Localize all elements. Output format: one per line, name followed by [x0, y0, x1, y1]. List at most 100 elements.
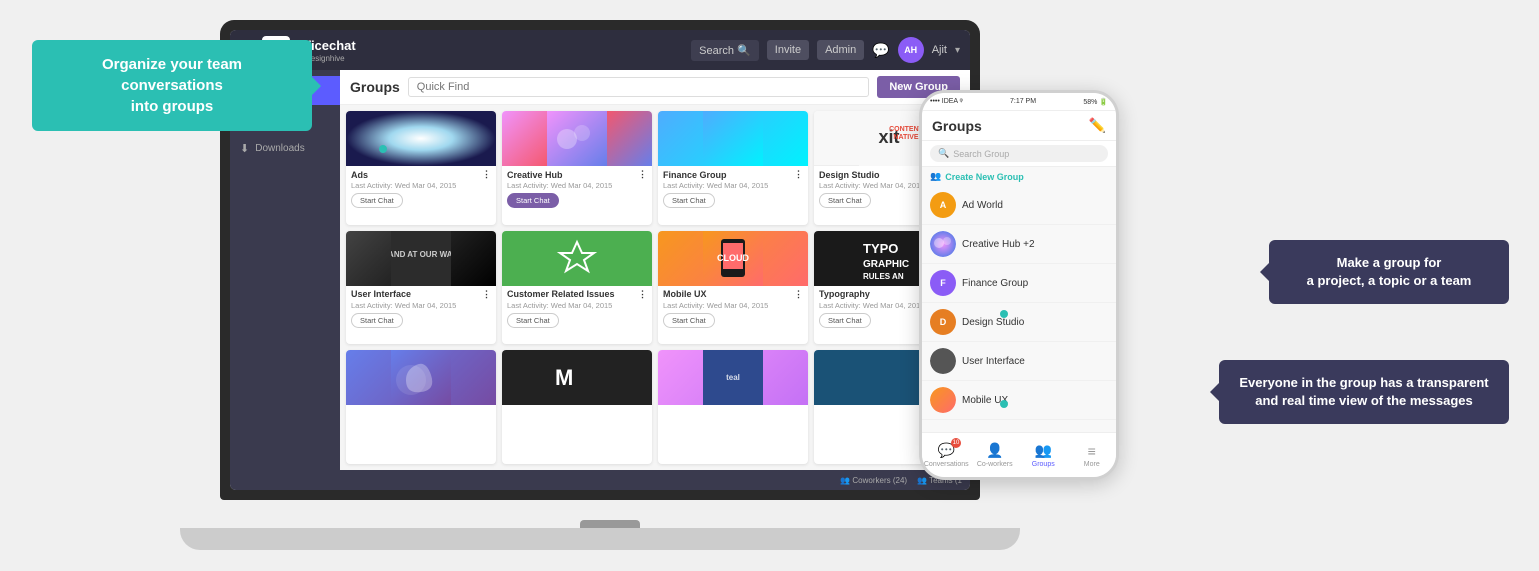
laptop-base [180, 528, 1020, 550]
ads-name: Ads ⋮ [351, 169, 491, 180]
conversations-badge-container: 💬 10 [938, 442, 955, 459]
phone-time: 7:17 PM [1010, 98, 1036, 105]
creative-hub-label: Creative Hub +2 [962, 239, 1035, 250]
phone-body: •••• IDEA ᵠ 7:17 PM 58% 🔋 Groups ✏️ 🔍 Se… [919, 90, 1119, 480]
phone-group-finance[interactable]: F Finance Group [922, 264, 1116, 303]
group-card-ads: Ads ⋮ Last Activity: Wed Mar 04, 2015 St… [346, 111, 496, 225]
phone-title: Groups [932, 118, 982, 134]
phone-search-label: Search Group [953, 149, 1009, 159]
laptop-body: ☰ oc officechat by Designhive S [220, 20, 980, 500]
customer-name: Customer Related Issues ⋮ [507, 289, 647, 300]
create-group-icon: 👥 [930, 171, 941, 182]
laptop-mockup: ☰ oc officechat by Designhive S [220, 20, 1000, 550]
customer-activity: Last Activity: Wed Mar 04, 2015 [507, 301, 647, 310]
phone-group-mobile[interactable]: Mobile UX [922, 381, 1116, 420]
status-bar: 👥 Coworkers (24) 👥 Teams (1 [340, 470, 970, 490]
tooltip-organize-text1: Organize your team conversations [102, 56, 242, 94]
phone-header: Groups ✏️ [922, 111, 1116, 141]
svg-text:CLOUD: CLOUD [717, 253, 749, 263]
phone-search-icon: 🔍 [938, 148, 949, 159]
svg-text:RULES AN: RULES AN [863, 272, 904, 281]
finance-start-chat[interactable]: Start Chat [663, 193, 715, 208]
search-label: Search 🔍 [699, 44, 751, 57]
connector-dot-phone-list [1000, 400, 1008, 408]
phone-coworkers-icon: 👤 [986, 442, 1003, 459]
phone-group-ad-world[interactable]: A Ad World [922, 186, 1116, 225]
phone-create-group-button[interactable]: 👥 Create New Group [922, 167, 1116, 186]
customer-start-chat[interactable]: Start Chat [507, 313, 559, 328]
tooltip-make-group: Make a group for a project, a topic or a… [1269, 240, 1509, 304]
more-icon[interactable]: ⋮ [794, 289, 803, 300]
username-label: Ajit [932, 44, 947, 56]
downloads-icon: ⬇ [240, 142, 249, 155]
design-start-chat[interactable]: Start Chat [819, 193, 871, 208]
r2-image: M [502, 350, 652, 405]
phone-search-container: 🔍 Search Group [922, 141, 1116, 167]
groups-title: Groups [350, 79, 400, 95]
svg-text:teal: teal [726, 373, 740, 382]
phone-group-ui[interactable]: User Interface [922, 342, 1116, 381]
phone-group-creative-hub[interactable]: Creative Hub +2 [922, 225, 1116, 264]
phone-nav-coworkers[interactable]: 👤 Co-workers [971, 442, 1020, 468]
finance-name: Finance Group ⋮ [663, 169, 803, 180]
svg-text:GRAPHIC: GRAPHIC [863, 259, 909, 270]
group-card-customer: Customer Related Issues ⋮ Last Activity:… [502, 231, 652, 345]
group-card-creative: Creative Hub ⋮ Last Activity: Wed Mar 04… [502, 111, 652, 225]
conversations-label: Conversations [924, 461, 969, 468]
groups-nav-label: Groups [1032, 461, 1055, 468]
invite-button[interactable]: Invite [767, 40, 809, 60]
design-label: Design Studio [962, 317, 1024, 328]
coworkers-nav-label: Co-workers [977, 461, 1013, 468]
mobile-start-chat[interactable]: Start Chat [663, 313, 715, 328]
mobile-image: CLOUD [658, 231, 808, 286]
phone-bottom-nav: 💬 10 Conversations 👤 Co-workers 👥 Groups… [922, 432, 1116, 477]
ui-start-chat[interactable]: Start Chat [351, 313, 403, 328]
more-icon[interactable]: ⋮ [794, 169, 803, 180]
phone-search-field[interactable]: 🔍 Search Group [930, 145, 1108, 162]
group-card-mobile: CLOUD Mobile UX ⋮ Last Activity: Wed Mar… [658, 231, 808, 345]
mobile-photo [930, 387, 956, 413]
tooltip-make-group-text2: a project, a topic or a team [1307, 273, 1472, 288]
phone-status-bar: •••• IDEA ᵠ 7:17 PM 58% 🔋 [922, 93, 1116, 111]
sidebar-item-downloads[interactable]: ⬇ Downloads [230, 134, 340, 163]
typography-start-chat[interactable]: Start Chat [819, 313, 871, 328]
ads-start-chat[interactable]: Start Chat [351, 193, 403, 208]
phone-group-list: A Ad World Creative Hub +2 F Finance Gro… [922, 186, 1116, 470]
group-card-r1 [346, 350, 496, 464]
phone-edit-icon[interactable]: ✏️ [1089, 117, 1106, 134]
creative-start-chat[interactable]: Start Chat [507, 193, 559, 208]
phone-groups-icon: 👥 [1035, 442, 1052, 459]
laptop-notch [580, 520, 640, 528]
more-icon[interactable]: ⋮ [482, 169, 491, 180]
finance-label: Finance Group [962, 278, 1028, 289]
phone-mockup: •••• IDEA ᵠ 7:17 PM 58% 🔋 Groups ✏️ 🔍 Se… [919, 90, 1119, 480]
tooltip-make-group-text1: Make a group for [1337, 255, 1442, 270]
group-card-r3: teal [658, 350, 808, 464]
design-avatar: D [930, 309, 956, 335]
phone-nav-groups[interactable]: 👥 Groups [1019, 442, 1068, 468]
more-icon[interactable]: ⋮ [638, 169, 647, 180]
customer-image [502, 231, 652, 286]
svg-text:STAND AT OUR WARS: STAND AT OUR WARS [391, 250, 451, 259]
finance-avatar: F [930, 270, 956, 296]
phone-nav-more[interactable]: ≡ More [1068, 443, 1117, 468]
phone-nav-conversations[interactable]: 💬 10 Conversations [922, 442, 971, 468]
more-icon[interactable]: ⋮ [638, 289, 647, 300]
chat-icon: 💬 [872, 42, 889, 59]
connector-dot-groups [379, 145, 387, 153]
conversations-badge: 10 [951, 438, 961, 448]
quick-find-input[interactable] [408, 77, 870, 97]
svg-text:NATIVE: NATIVE [893, 134, 918, 141]
admin-button[interactable]: Admin [817, 40, 864, 60]
phone-group-design[interactable]: D Design Studio [922, 303, 1116, 342]
ad-world-label: Ad World [962, 200, 1003, 211]
ui-activity: Last Activity: Wed Mar 04, 2015 [351, 301, 491, 310]
more-icon[interactable]: ⋮ [482, 289, 491, 300]
r3-image: teal [658, 350, 808, 405]
svg-text:TYPO: TYPO [863, 241, 898, 256]
finance-activity: Last Activity: Wed Mar 04, 2015 [663, 181, 803, 190]
phone-signal: •••• IDEA ᵠ [930, 98, 963, 105]
nav-search-button[interactable]: Search 🔍 [691, 40, 759, 61]
creative-activity: Last Activity: Wed Mar 04, 2015 [507, 181, 647, 190]
r1-image [346, 350, 496, 405]
